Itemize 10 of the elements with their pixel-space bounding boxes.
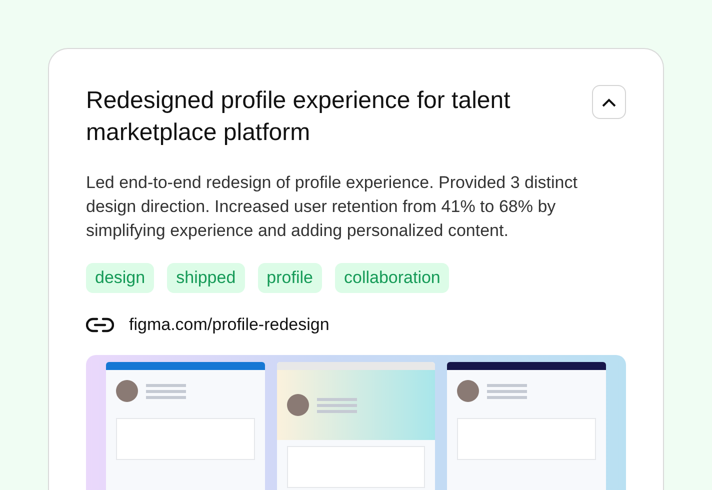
collapse-button[interactable] [592, 85, 626, 119]
tag: shipped [167, 263, 245, 293]
tag: profile [258, 263, 322, 293]
chevron-icon [602, 98, 616, 106]
project-description: Led end-to-end redesign of profile experience. Provided 3 distinct design direction. Increased user retention from 41% to 68% by simplifying experience and adding personalized content. [86, 172, 578, 242]
project-link[interactable]: figma.com/profile-redesign [129, 315, 330, 335]
project-title: Redesigned profile experience for talent marketplace platform [86, 86, 512, 148]
tag: collaboration [334, 263, 450, 293]
link-icon [86, 317, 114, 333]
tag: design [86, 263, 154, 293]
